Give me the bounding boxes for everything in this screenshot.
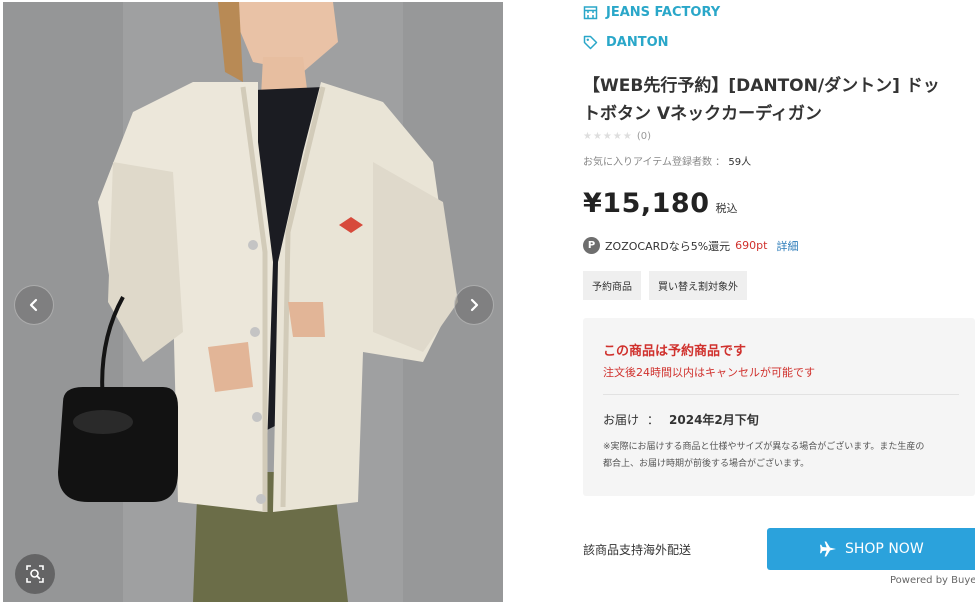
shop-now-label: SHOP NOW	[845, 541, 924, 557]
product-image[interactable]	[3, 2, 503, 602]
card-text: ZOZOCARDなら5%還元	[605, 239, 731, 253]
tax-label: 税込	[715, 202, 738, 215]
delivery-sep: ：	[647, 413, 660, 427]
brand-link[interactable]: DANTON	[583, 35, 669, 50]
gallery-prev-button[interactable]	[14, 285, 54, 325]
zozocard-promo: P ZOZOCARDなら5%還元 690pt 詳細	[583, 237, 798, 254]
card-detail-link[interactable]: 詳細	[776, 238, 798, 254]
notice-note: ※実際にお届けする商品と仕様やサイズが異なる場合がございます。また生産の 都合上…	[603, 439, 963, 473]
preorder-notice: この商品は予約商品です 注文後24時間以内はキャンセルが可能です お届け ： 202…	[583, 318, 975, 496]
notice-heading: この商品は予約商品です	[603, 344, 747, 359]
favorite-count: 59人	[728, 157, 752, 168]
notice-divider	[603, 394, 959, 395]
rating-count: (0)	[636, 131, 651, 142]
chevron-right-icon	[470, 298, 479, 312]
image-zoom-button[interactable]	[15, 554, 55, 594]
product-title-line1: 【WEB先行予約】[DANTON/ダントン] ドッ	[583, 76, 940, 96]
delivery-row: お届け ： 2024年2月下旬	[603, 411, 759, 428]
product-photo	[3, 2, 503, 602]
favorite-label: お気に入りアイテム登録者数 ：	[583, 157, 726, 168]
card-points: 690pt	[735, 239, 768, 252]
rating[interactable]: ★★★★★ (0)	[583, 131, 651, 142]
delivery-date: 2024年2月下旬	[669, 413, 759, 427]
store-link[interactable]: JEANS FACTORY	[583, 5, 720, 20]
product-title-line2: トボタン Vネックカーディガン	[583, 104, 822, 124]
price: ¥15,180	[583, 188, 710, 219]
airplane-icon	[820, 541, 836, 557]
powered-by: Powered by Buye	[890, 575, 975, 586]
rating-stars: ★★★★★	[583, 131, 633, 142]
store-icon	[583, 6, 598, 20]
chevron-left-icon	[29, 298, 38, 312]
notice-subtext: 注文後24時間以内はキャンセルが可能です	[603, 366, 815, 379]
product-tags: 予約商品 買い替え割対象外	[583, 271, 747, 300]
delivery-label: お届け	[603, 413, 640, 427]
product-info-panel: JEANS FACTORY DANTON 【WEB先行予約】[DANTON/ダン…	[583, 0, 975, 607]
shop-now-button[interactable]: SHOP NOW	[767, 528, 975, 570]
gallery-next-button[interactable]	[454, 285, 494, 325]
notice-note-line1: ※実際にお届けする商品と仕様やサイズが異なる場合がございます。また生産の	[603, 442, 925, 452]
tag-trade-in-excluded: 買い替え割対象外	[649, 271, 747, 300]
tag-icon	[583, 35, 598, 50]
store-name: JEANS FACTORY	[606, 5, 721, 20]
product-title: 【WEB先行予約】[DANTON/ダントン] ドッ トボタン Vネックカーディガ…	[583, 72, 975, 128]
favorite-count-row: お気に入りアイテム登録者数 ： 59人	[583, 153, 751, 168]
zoom-search-icon	[26, 565, 44, 583]
brand-name: DANTON	[606, 35, 669, 50]
tag-preorder: 予約商品	[583, 271, 641, 300]
points-icon: P	[583, 237, 600, 254]
price-row: ¥15,180 税込	[583, 188, 737, 219]
overseas-shipping-label: 該商品支持海外配送	[583, 543, 692, 557]
notice-note-line2: 都合上、お届け時期が前後する場合がございます。	[603, 459, 810, 469]
